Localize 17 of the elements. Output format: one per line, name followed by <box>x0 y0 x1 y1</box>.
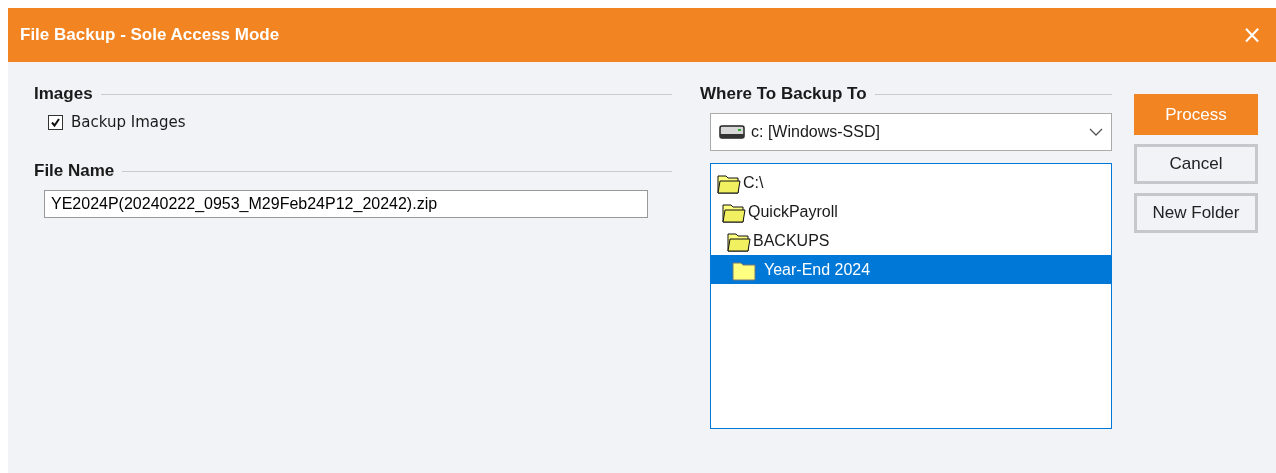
checkbox-label[interactable]: Backup Images <box>71 113 186 131</box>
folder-item[interactable]: BACKUPS <box>711 226 1111 255</box>
file-name-field[interactable]: YE2024P(20240222_0953_M29Feb24P12_20242).zip <box>44 190 648 218</box>
dialog-button[interactable]: New Folder <box>1134 193 1258 233</box>
dialog-button[interactable]: Cancel <box>1134 144 1258 184</box>
section-heading: Images <box>34 84 93 104</box>
chevron-down-icon <box>1089 128 1103 136</box>
drive-icon <box>719 124 745 140</box>
section-heading: File Name <box>34 161 115 181</box>
window-title: File Backup - Sole Access Mode <box>20 25 280 45</box>
checkbox[interactable] <box>48 114 63 130</box>
folder-tree[interactable]: C:\ QuickPayroll BACKUPS Year-End 2024 <box>710 163 1112 429</box>
folder-item[interactable]: QuickPayroll <box>711 197 1111 226</box>
folder-item[interactable]: C:\ <box>711 168 1111 197</box>
folder-item[interactable]: Year-End 2024 <box>711 255 1111 284</box>
drive-dropdown[interactable]: c: [Windows-SSD] <box>710 113 1112 151</box>
section-heading: Where To Backup To <box>700 84 867 104</box>
